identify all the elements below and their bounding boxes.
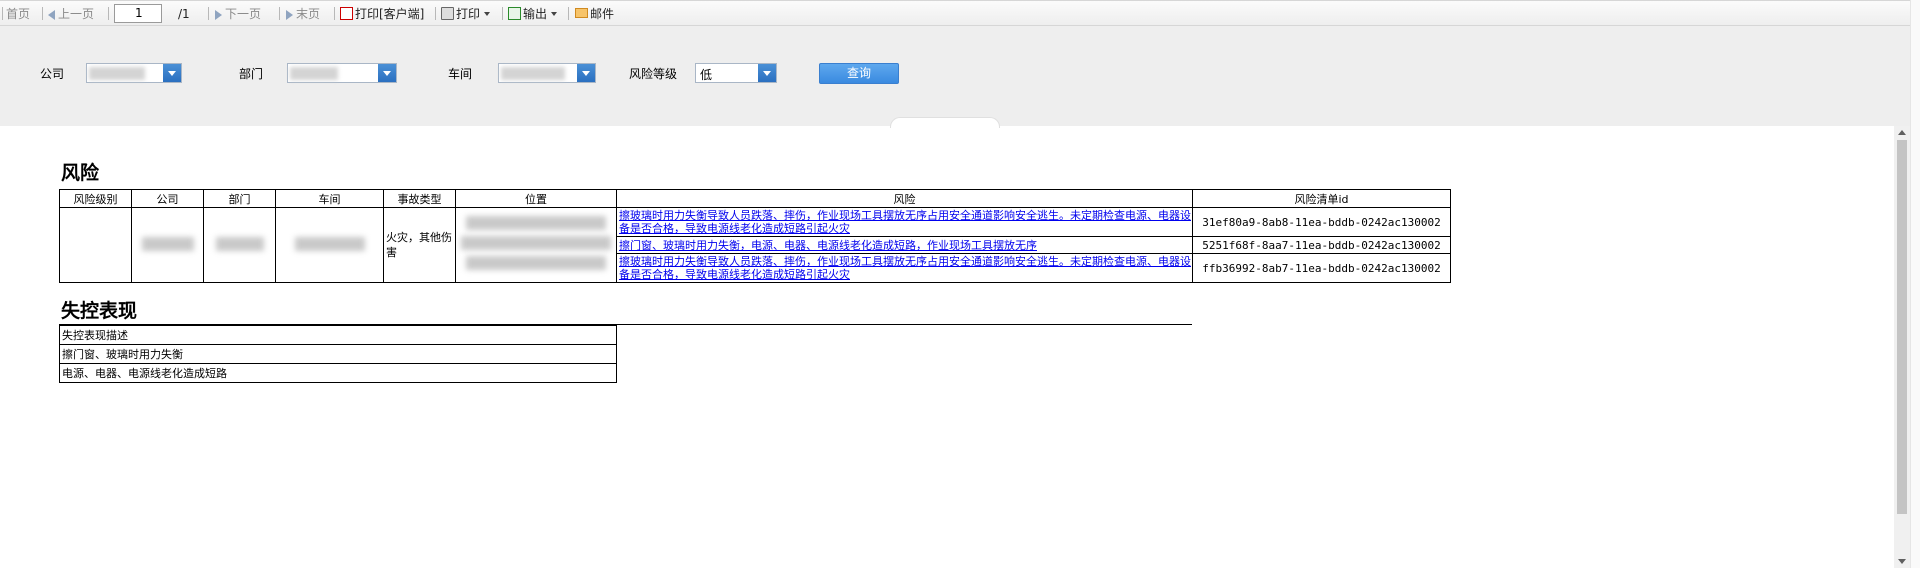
export-icon: [508, 7, 521, 20]
redacted-text: [466, 216, 606, 230]
last-page-label: 末页: [296, 7, 321, 21]
mail-button[interactable]: 邮件: [575, 6, 614, 22]
risk-level-cell: [59, 207, 132, 283]
toolbar-divider: [279, 7, 280, 20]
workshop-cell: [275, 207, 384, 283]
scroll-up-icon[interactable]: [1898, 130, 1906, 135]
toolbar-divider: [435, 7, 436, 20]
risk-link[interactable]: 擦玻璃时用力失衡导致人员跌落、摔伤，作业现场工具摆放无序占用安全通道影响安全逃生…: [616, 253, 1193, 283]
chevron-down-icon[interactable]: [577, 64, 595, 82]
dept-label: 部门: [239, 67, 264, 81]
risk-level-label: 风险等级: [629, 67, 678, 81]
control-row: 擦门窗、玻璃时用力失衡: [59, 344, 617, 364]
page-total: /1: [178, 7, 190, 21]
filter-panel: 公司 部门 车间 风险等级 低 查询: [0, 26, 1920, 126]
first-page-label: 首页: [6, 7, 31, 21]
column-header: 位置: [455, 189, 617, 208]
chevron-down-icon[interactable]: [163, 64, 181, 82]
risk-id-cell: 5251f68f-8aa7-11ea-bddb-0242ac130002: [1192, 236, 1451, 254]
toolbar-divider: [108, 7, 109, 20]
risk-link[interactable]: 擦门窗、玻璃时用力失衡，电源、电器、电源线老化造成短路，作业现场工具摆放无序: [616, 236, 1193, 254]
risk-level-select[interactable]: 低: [695, 63, 777, 83]
control-table: 失控表现描述 擦门窗、玻璃时用力失衡 电源、电器、电源线老化造成短路: [59, 325, 617, 383]
prev-page-button[interactable]: 上一页: [48, 6, 94, 22]
column-header: 风险级别: [59, 189, 132, 208]
table-header-row: 失控表现描述: [59, 325, 617, 345]
window-edge: [1910, 0, 1920, 568]
risk-id-cell: 31ef80a9-8ab8-11ea-bddb-0242ac130002: [1192, 207, 1451, 237]
company-cell: [131, 207, 204, 283]
toolbar-divider: [334, 7, 335, 20]
print-label: 打印: [456, 7, 481, 21]
risk-level-value: 低: [700, 68, 713, 82]
table-row: 电源、电器、电源线老化造成短路: [59, 363, 617, 383]
company-value-redacted: [89, 67, 145, 80]
column-header: 公司: [131, 189, 204, 208]
mail-label: 邮件: [590, 7, 615, 21]
first-page-button[interactable]: 首页: [6, 6, 30, 22]
dept-value-redacted: [290, 67, 338, 80]
redacted-text: [215, 236, 264, 251]
table-row: 火灾，其他伤害 擦玻璃时用力失衡导致人员跌落、摔伤，作业现场工具摆放无序占用安全…: [59, 207, 1451, 283]
collapse-panel-handle[interactable]: [890, 117, 1000, 128]
vertical-scrollbar[interactable]: [1894, 126, 1910, 568]
workshop-value-redacted: [501, 67, 565, 80]
redacted-text: [294, 236, 365, 251]
arrow-right-icon: [215, 9, 222, 20]
column-header: 部门: [203, 189, 276, 208]
pdf-print-icon: [340, 7, 353, 20]
toolbar-divider: [568, 7, 569, 20]
toolbar-divider: [42, 7, 43, 20]
risk-id-cell: ffb36992-8ab7-11ea-bddb-0242ac130002: [1192, 253, 1451, 283]
export-label: 输出: [523, 7, 548, 21]
control-header: 失控表现描述: [59, 325, 617, 345]
last-page-icon: [286, 9, 293, 20]
print-client-label: 打印[客户端]: [355, 7, 425, 21]
dept-select[interactable]: [287, 63, 397, 83]
next-page-button[interactable]: 下一页: [215, 6, 261, 22]
control-section-title: 失控表现: [61, 300, 138, 322]
scrollbar-thumb[interactable]: [1897, 140, 1907, 514]
next-page-label: 下一页: [225, 7, 262, 21]
workshop-label: 车间: [448, 67, 473, 81]
chevron-down-icon: [551, 12, 558, 16]
chevron-down-icon[interactable]: [758, 64, 776, 82]
column-header: 风险清单id: [1192, 189, 1451, 208]
toolbar-divider: [2, 7, 3, 20]
toolbar-divider: [208, 7, 209, 20]
prev-page-label: 上一页: [58, 7, 95, 21]
arrow-left-icon: [48, 9, 55, 20]
mail-icon: [575, 8, 588, 18]
query-button[interactable]: 查询: [819, 63, 899, 84]
last-page-button[interactable]: 末页: [286, 6, 320, 22]
column-header: 车间: [275, 189, 384, 208]
column-header: 风险: [616, 189, 1193, 208]
scroll-down-icon[interactable]: [1898, 559, 1906, 564]
workshop-select[interactable]: [498, 63, 596, 83]
printer-icon: [441, 7, 454, 20]
company-select[interactable]: [86, 63, 182, 83]
location-cell: [455, 207, 617, 283]
control-row: 电源、电器、电源线老化造成短路: [59, 363, 617, 383]
chevron-down-icon: [484, 12, 491, 16]
export-button[interactable]: 输出: [508, 6, 558, 22]
chevron-down-icon[interactable]: [378, 64, 396, 82]
dept-cell: [203, 207, 276, 283]
print-button[interactable]: 打印: [441, 6, 491, 22]
table-row: 擦门窗、玻璃时用力失衡: [59, 344, 617, 364]
redacted-text: [466, 256, 606, 270]
page-number-input[interactable]: 1: [114, 4, 162, 23]
risk-link[interactable]: 擦玻璃时用力失衡导致人员跌落、摔伤，作业现场工具摆放无序占用安全通道影响安全逃生…: [616, 207, 1193, 237]
column-header: 事故类型: [383, 189, 456, 208]
company-label: 公司: [40, 67, 65, 81]
risk-table: 风险级别 公司 部门 车间 事故类型 位置 风险 风险清单id 火灾，其他伤害 …: [59, 189, 1451, 283]
print-client-button[interactable]: 打印[客户端]: [340, 6, 424, 22]
table-header-row: 风险级别 公司 部门 车间 事故类型 位置 风险 风险清单id: [59, 189, 1451, 208]
redacted-text: [141, 236, 194, 251]
report-title: 风险: [61, 162, 100, 184]
accident-type-cell: 火灾，其他伤害: [383, 207, 456, 283]
toolbar-divider: [502, 7, 503, 20]
redacted-text: [461, 236, 611, 250]
report-toolbar: 首页 上一页 1 /1 下一页 末页 打印[客户端] 打印 输出 邮件: [0, 0, 1920, 26]
